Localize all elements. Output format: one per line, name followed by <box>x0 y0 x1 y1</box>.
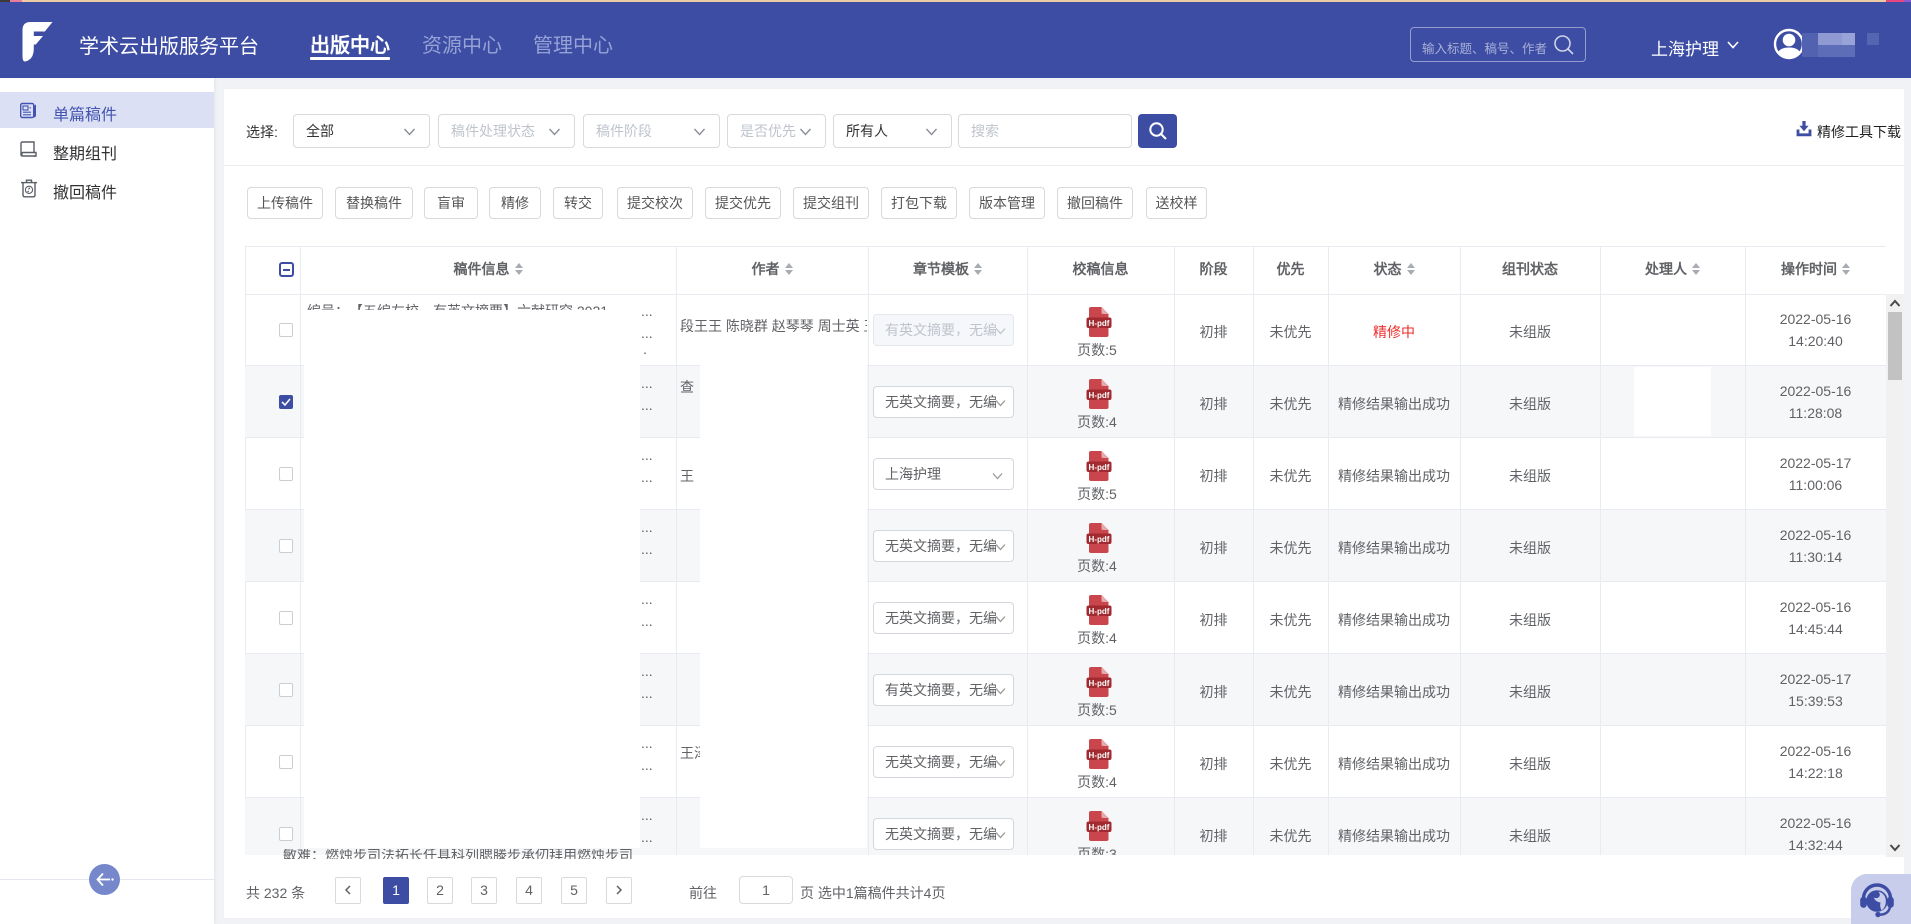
svg-text:H-pdf: H-pdf <box>1089 535 1110 544</box>
svg-text:H-pdf: H-pdf <box>1089 679 1110 688</box>
svg-text:H-pdf: H-pdf <box>1089 463 1110 472</box>
svg-text:H-pdf: H-pdf <box>1089 391 1110 400</box>
svg-text:H-pdf: H-pdf <box>1089 751 1110 760</box>
svg-text:H-pdf: H-pdf <box>1089 607 1110 616</box>
svg-text:H-pdf: H-pdf <box>1089 319 1110 328</box>
svg-text:H-pdf: H-pdf <box>1089 823 1110 832</box>
